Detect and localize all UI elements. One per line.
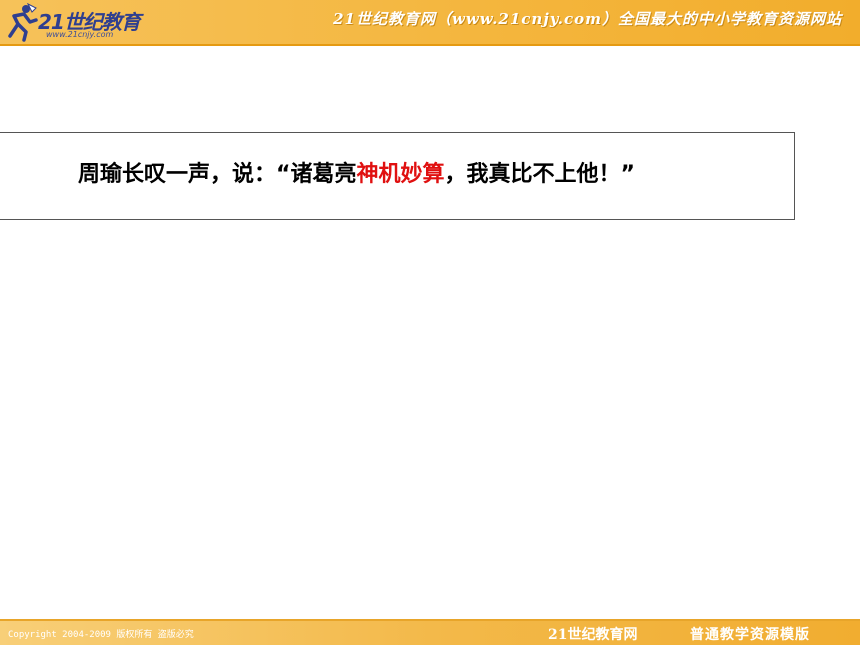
header-title: 21世纪教育网（www.21cnjy.com）全国最大的中小学教育资源网站 <box>333 10 842 28</box>
quote-text-before: 周瑜长叹一声，说：“诸葛亮 <box>78 162 357 187</box>
site-logo[interactable]: 21世纪教育 www.21cnjy.com <box>4 2 184 42</box>
copyright-text: Copyright 2004-2009 版权所有 盗版必究 <box>8 630 194 640</box>
quote-highlight: 神机妙算 <box>356 162 445 187</box>
quote-text-box: 周瑜长叹一声，说：“诸葛亮神机妙算，我真比不上他！” <box>0 132 795 220</box>
quote-paragraph: 周瑜长叹一声，说：“诸葛亮神机妙算，我真比不上他！” <box>6 159 766 191</box>
running-figure-icon <box>8 2 38 42</box>
logo-url: www.21cnjy.com <box>46 30 114 39</box>
quote-text-after: ，我真比不上他！” <box>444 162 635 187</box>
footer-bar: Copyright 2004-2009 版权所有 盗版必究 21世纪教育网 普通… <box>0 619 860 645</box>
header-divider <box>0 44 860 46</box>
footer-template-label: 普通教学资源模版 <box>690 627 810 643</box>
header-banner: 21世纪教育 www.21cnjy.com 21世纪教育网（www.21cnjy… <box>0 0 860 44</box>
footer-brand: 21世纪教育网 <box>548 627 638 643</box>
